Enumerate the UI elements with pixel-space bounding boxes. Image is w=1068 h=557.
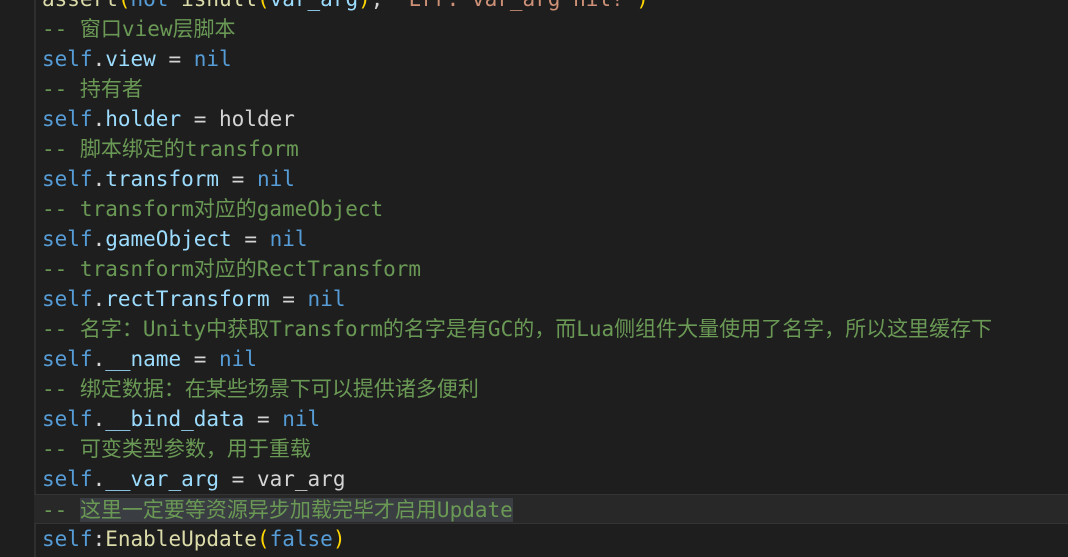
- code-token: holder: [105, 107, 182, 131]
- code-line[interactable]: self.holder = holder: [42, 104, 1068, 134]
- code-line[interactable]: self:EnableUpdate(false): [42, 524, 1068, 554]
- code-token: transform: [105, 167, 220, 191]
- code-token: __var_arg: [105, 467, 220, 491]
- code-token: self: [42, 107, 93, 131]
- code-token: self: [42, 227, 93, 251]
- code-line[interactable]: -- trasnform对应的RectTransform: [42, 254, 1068, 284]
- code-token: --: [42, 498, 80, 522]
- code-token: ): [332, 527, 346, 551]
- code-token: -- trasnform对应的RectTransform: [42, 257, 422, 281]
- code-token: EnableUpdate: [105, 527, 257, 551]
- code-token: =: [231, 227, 270, 251]
- code-token: .: [92, 107, 106, 131]
- editor-gutter: [0, 0, 34, 557]
- code-token: assert: [42, 0, 118, 11]
- code-token: self: [42, 347, 93, 371]
- code-token: = holder: [181, 107, 295, 131]
- code-token: nil: [219, 347, 257, 371]
- code-line[interactable]: -- 持有者: [42, 74, 1068, 104]
- code-line[interactable]: self.__var_arg = var_arg: [42, 464, 1068, 494]
- code-token: rectTransform: [105, 287, 270, 311]
- code-line[interactable]: self.__bind_data = nil: [42, 404, 1068, 434]
- code-line[interactable]: self.__name = nil: [42, 344, 1068, 374]
- code-token: .: [92, 347, 106, 371]
- code-token: nil: [269, 227, 308, 251]
- code-line[interactable]: -- 脚本绑定的transform: [42, 134, 1068, 164]
- code-line[interactable]: -- 可变类型参数，用于重载: [42, 434, 1068, 464]
- code-token: .: [92, 47, 106, 71]
- code-token: false: [269, 527, 333, 551]
- code-token: self: [42, 467, 93, 491]
- code-token: -- 持有者: [42, 77, 143, 101]
- code-line[interactable]: -- transform对应的gameObject: [42, 194, 1068, 224]
- code-token: -- 窗口view层脚本: [42, 17, 236, 41]
- code-token: "Err: var_arg nil!": [396, 0, 636, 11]
- code-line[interactable]: -- 名字：Unity中获取Transform的名字是有GC的，而Lua侧组件大…: [42, 314, 1068, 344]
- code-line[interactable]: self.rectTransform = nil: [42, 284, 1068, 314]
- code-token: nil: [307, 287, 346, 311]
- code-token: -- 名字：Unity中获取Transform的名字是有GC的，而Lua侧组件大…: [42, 317, 993, 341]
- code-token: gameObject: [105, 227, 232, 251]
- code-token: ): [358, 0, 371, 11]
- code-line[interactable]: -- 绑定数据：在某些场景下可以提供诸多便利: [42, 374, 1068, 404]
- code-token: -- transform对应的gameObject: [42, 197, 384, 221]
- code-line[interactable]: self.view = nil: [42, 44, 1068, 74]
- gutter-divider: [34, 0, 36, 557]
- code-token: 这里一定要等资源异步加载完毕才启用Update: [79, 498, 513, 522]
- code-line[interactable]: self.gameObject = nil: [42, 224, 1068, 254]
- code-token: =: [244, 407, 283, 431]
- code-token: not: [131, 0, 182, 11]
- code-line[interactable]: self.transform = nil: [42, 164, 1068, 194]
- code-token: .: [92, 407, 106, 431]
- code-token: self: [42, 287, 93, 311]
- code-token: view: [105, 47, 156, 71]
- code-line[interactable]: assert(not isnull(var_arg), "Err: var_ar…: [42, 0, 1068, 14]
- code-token: self: [42, 407, 93, 431]
- code-token: :: [92, 527, 106, 551]
- code-line[interactable]: -- 窗口view层脚本: [42, 14, 1068, 44]
- code-token: __name: [105, 347, 182, 371]
- code-area[interactable]: assert(not isnull(var_arg), "Err: var_ar…: [34, 0, 1068, 554]
- code-token: (: [118, 0, 131, 11]
- code-token: nil: [282, 407, 321, 431]
- code-token: ): [636, 0, 649, 11]
- code-token: (: [256, 527, 270, 551]
- code-token: var_arg: [270, 0, 359, 11]
- code-token: =: [155, 47, 194, 71]
- code-token: self: [42, 47, 93, 71]
- code-token: .: [92, 287, 106, 311]
- code-token: -- 可变类型参数，用于重载: [42, 437, 311, 461]
- code-token: =: [269, 287, 308, 311]
- code-token: -- 绑定数据：在某些场景下可以提供诸多便利: [42, 377, 479, 401]
- code-token: __bind_data: [105, 407, 245, 431]
- code-token: = var_arg: [219, 467, 346, 491]
- current-code-line[interactable]: -- 这里一定要等资源异步加载完毕才启用Update: [34, 494, 1068, 524]
- code-token: =: [219, 167, 257, 191]
- code-token: isnull: [181, 0, 257, 11]
- code-token: nil: [193, 47, 232, 71]
- code-editor[interactable]: assert(not isnull(var_arg), "Err: var_ar…: [0, 0, 1068, 557]
- code-token: self: [42, 167, 93, 191]
- code-token: (: [257, 0, 270, 11]
- code-token: ,: [371, 0, 396, 11]
- code-token: .: [92, 227, 106, 251]
- code-token: .: [92, 467, 106, 491]
- code-token: nil: [256, 167, 295, 191]
- code-token: .: [92, 167, 106, 191]
- code-token: -- 脚本绑定的transform: [42, 137, 299, 161]
- code-token: =: [181, 347, 220, 371]
- code-token: self: [42, 527, 93, 551]
